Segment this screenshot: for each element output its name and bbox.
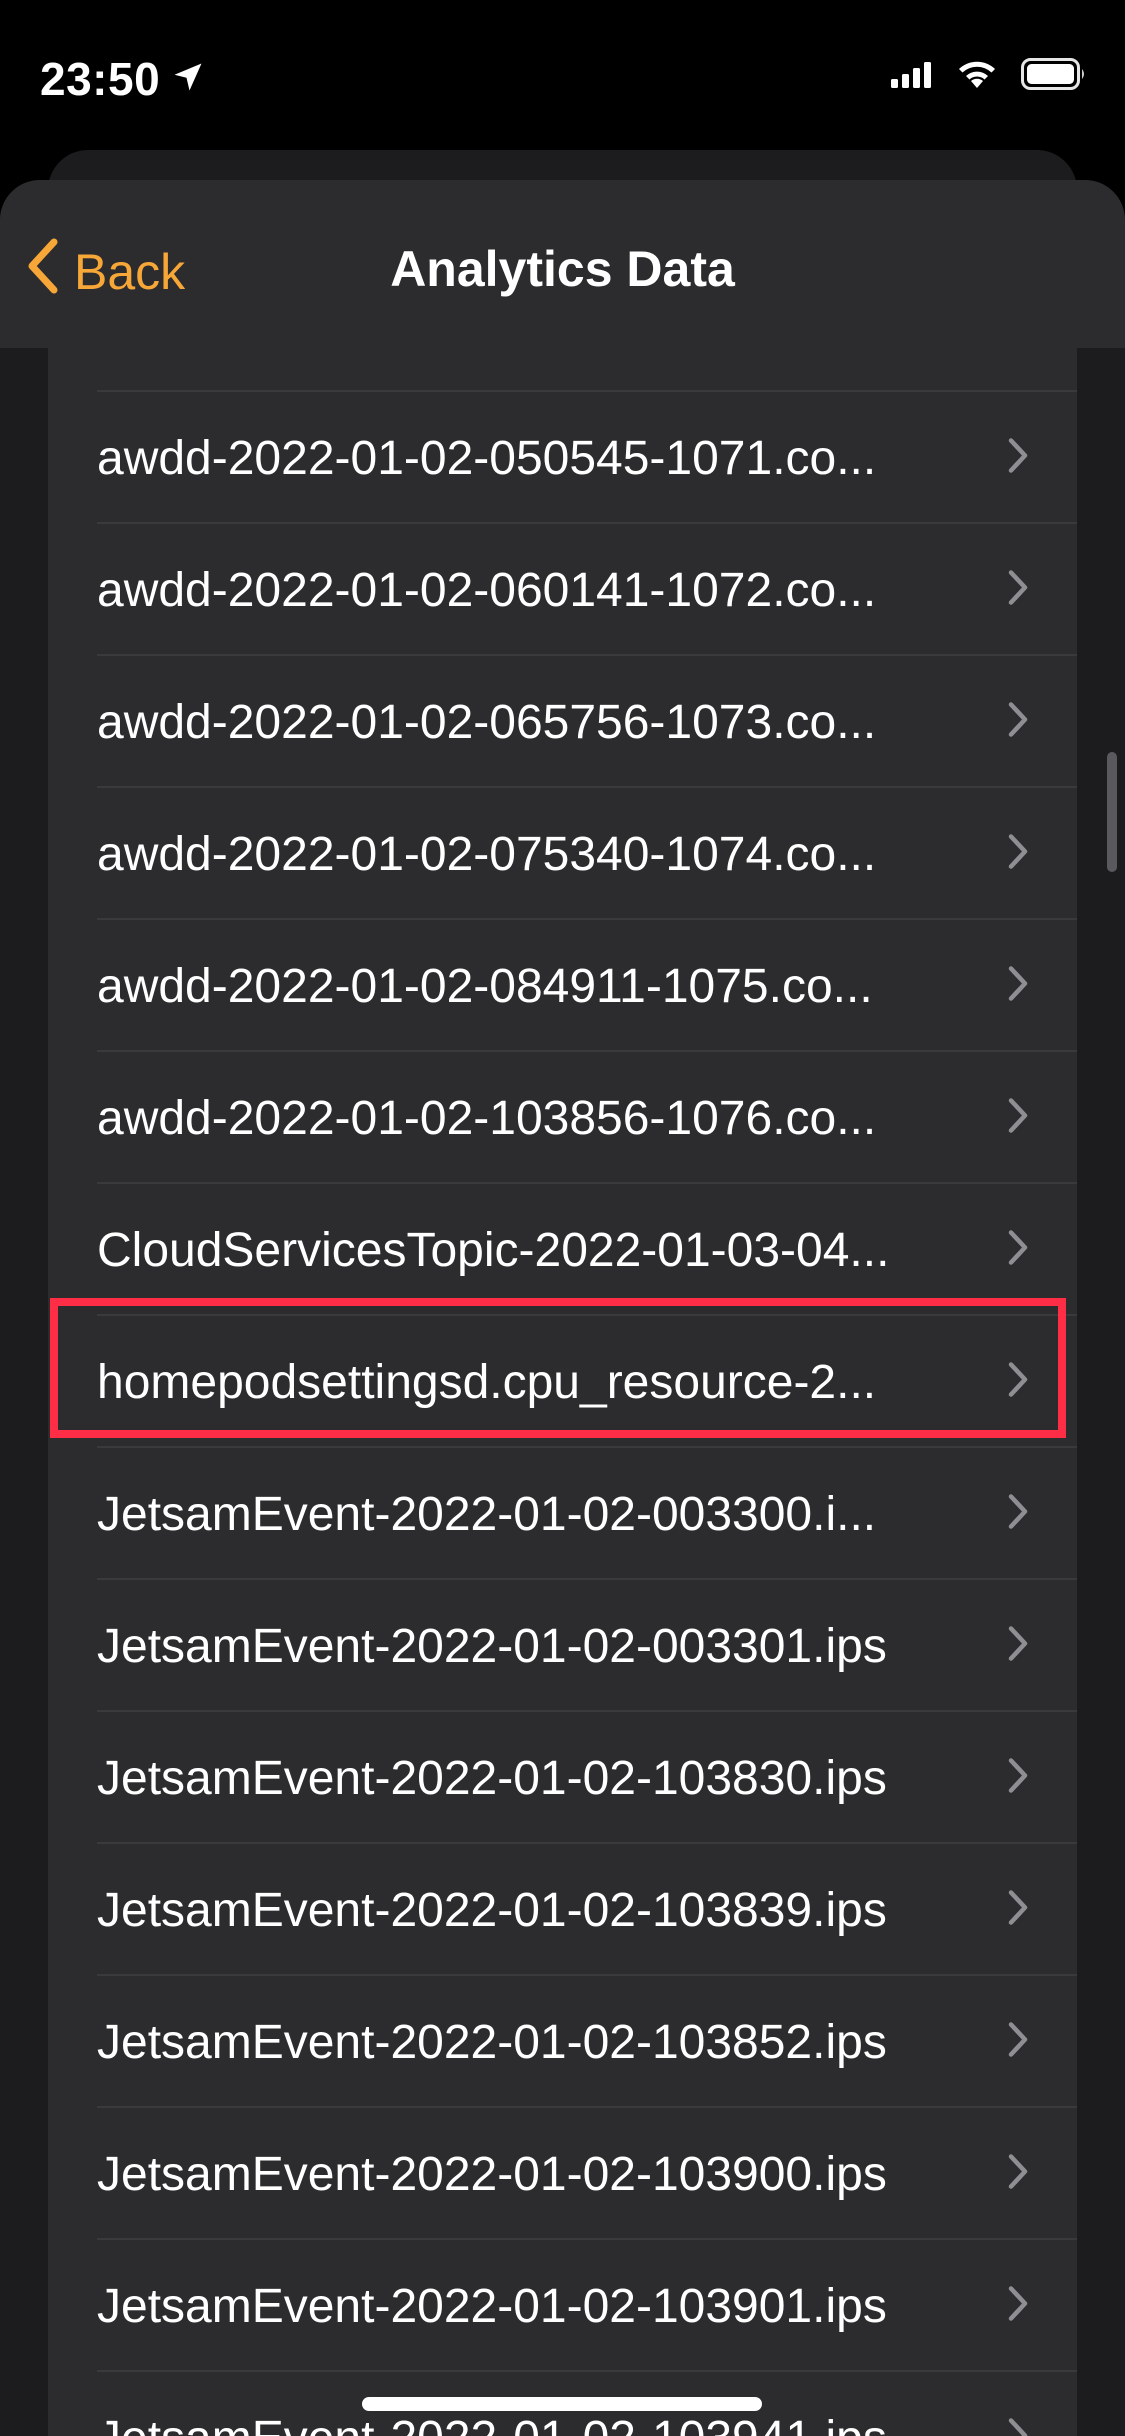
file-row[interactable]: awdd-2022-01-02-050545-1071.co... — [48, 392, 1077, 524]
file-name: awdd-2022-01-02-065756-1073.co... — [97, 695, 877, 749]
file-name: awdd-2022-01-02-075340-1074.co... — [97, 827, 877, 881]
location-arrow-icon — [170, 52, 206, 106]
chevron-right-icon — [1007, 1229, 1029, 1272]
navigation-bar: Back Analytics Data — [0, 180, 1125, 348]
file-name: awdd-2022-01-02-050545-1071.co... — [97, 431, 877, 485]
file-row[interactable]: JetsamEvent-2022-01-02-103901.ips — [48, 2240, 1077, 2372]
home-indicator[interactable] — [362, 2397, 762, 2411]
scrollbar[interactable] — [1107, 752, 1117, 872]
page-title: Analytics Data — [390, 241, 735, 297]
status-bar: 23:50 — [0, 0, 1125, 150]
chevron-right-icon — [1007, 2153, 1029, 2196]
file-name: JetsamEvent-2022-01-02-103830.ips — [97, 1751, 887, 1805]
chevron-right-icon — [1007, 965, 1029, 1008]
file-name: JetsamEvent-2022-01-02-003301.ips — [97, 1619, 887, 1673]
status-time: 23:50 — [40, 53, 161, 105]
chevron-right-icon — [1007, 1889, 1029, 1932]
status-time-group: 23:50 — [40, 52, 206, 106]
file-rows: awdd-2022-01-02-050545-1071.co... awdd-20… — [48, 392, 1077, 2436]
file-name: homepodsettingsd.cpu_resource-2... — [97, 1355, 877, 1409]
file-row[interactable]: awdd-2022-01-02-103856-1076.co... — [48, 1052, 1077, 1184]
file-name: JetsamEvent-2022-01-02-103852.ips — [97, 2015, 887, 2069]
chevron-right-icon — [1007, 437, 1029, 480]
cellular-signal-icon — [891, 60, 933, 93]
chevron-right-icon — [1007, 1361, 1029, 1404]
file-row[interactable]: JetsamEvent-2022-01-02-103830.ips — [48, 1712, 1077, 1844]
file-row[interactable]: CloudServicesTopic-2022-01-03-04... — [48, 1184, 1077, 1316]
file-row[interactable]: awdd-2022-01-02-065756-1073.co... — [48, 656, 1077, 788]
chevron-right-icon — [1007, 2285, 1029, 2328]
analytics-sheet: Back Analytics Data awdd-2022-01-02-0505… — [0, 180, 1125, 2436]
chevron-right-icon — [1007, 569, 1029, 612]
file-row[interactable]: awdd-2022-01-02-084911-1075.co... — [48, 920, 1077, 1052]
status-icons — [891, 58, 1087, 95]
file-name: JetsamEvent-2022-01-02-003300.i... — [97, 1487, 877, 1541]
chevron-right-icon — [1007, 2417, 1029, 2436]
file-name: awdd-2022-01-02-103856-1076.co... — [97, 1091, 877, 1145]
chevron-right-icon — [1007, 1757, 1029, 1800]
file-name: awdd-2022-01-02-060141-1072.co... — [97, 563, 877, 617]
file-row[interactable]: JetsamEvent-2022-01-02-103900.ips — [48, 2108, 1077, 2240]
chevron-right-icon — [1007, 701, 1029, 744]
file-list: awdd-2022-01-02-050545-1071.co... awdd-20… — [48, 348, 1077, 2436]
chevron-right-icon — [1007, 1097, 1029, 1140]
chevron-right-icon — [1007, 833, 1029, 876]
wifi-icon — [955, 58, 999, 95]
list-item — [48, 348, 1077, 392]
file-name: JetsamEvent-2022-01-02-103941.ips — [97, 2411, 1017, 2436]
chevron-right-icon — [1007, 2021, 1029, 2064]
file-row[interactable]: JetsamEvent-2022-01-02-103852.ips — [48, 1976, 1077, 2108]
chevron-right-icon — [1007, 1493, 1029, 1536]
file-row[interactable]: awdd-2022-01-02-060141-1072.co... — [48, 524, 1077, 656]
file-name: awdd-2022-01-02-084911-1075.co... — [97, 959, 873, 1013]
file-row[interactable]: JetsamEvent-2022-01-02-003301.ips — [48, 1580, 1077, 1712]
chevron-right-icon — [1007, 1625, 1029, 1668]
file-row[interactable]: JetsamEvent-2022-01-02-003300.i... — [48, 1448, 1077, 1580]
file-row[interactable]: awdd-2022-01-02-075340-1074.co... — [48, 788, 1077, 920]
file-row[interactable]: homepodsettingsd.cpu_resource-2... — [48, 1316, 1077, 1448]
file-row[interactable]: JetsamEvent-2022-01-02-103839.ips — [48, 1844, 1077, 1976]
battery-icon — [1021, 58, 1087, 95]
screen: 23:50 Back Analytics Data awdd-2022-01-0… — [0, 0, 1125, 2436]
file-name: JetsamEvent-2022-01-02-103839.ips — [97, 1883, 887, 1937]
file-name: JetsamEvent-2022-01-02-103900.ips — [97, 2147, 887, 2201]
file-name: CloudServicesTopic-2022-01-03-04... — [97, 1223, 890, 1277]
file-name: JetsamEvent-2022-01-02-103901.ips — [97, 2279, 887, 2333]
